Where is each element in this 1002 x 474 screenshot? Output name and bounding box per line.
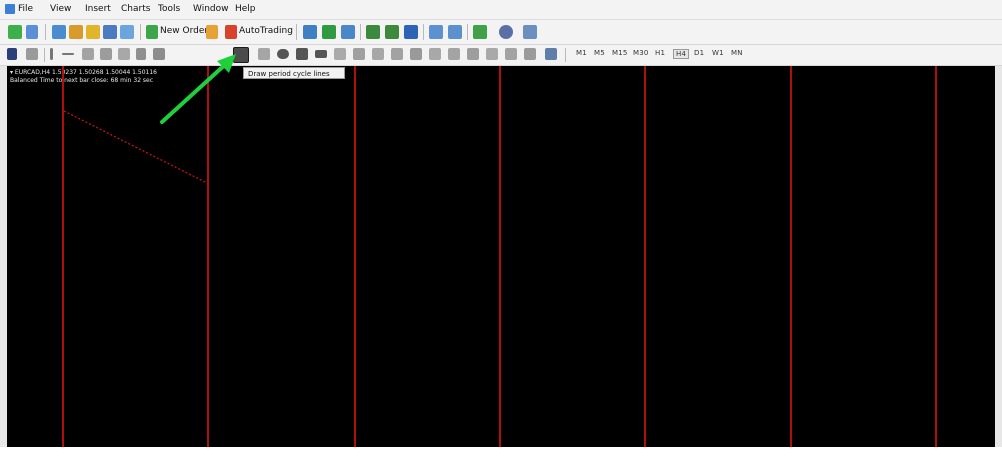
cursor-icon[interactable] [7,48,17,60]
timeframe-d1[interactable]: D1 [694,49,704,57]
toolbar-separator [44,48,45,62]
timeframe-h1[interactable]: H1 [655,49,665,57]
new-order-button[interactable]: New Order [160,26,208,36]
zoom-in-icon[interactable] [366,25,380,39]
toolbar-separator [45,24,46,40]
periodicity-icon[interactable] [499,25,513,39]
toolbar-separator [467,24,468,40]
timeframe-w1[interactable]: W1 [712,49,724,57]
menu-charts[interactable]: Charts [121,4,150,15]
toolbar-separator [565,48,566,62]
period-cycle-lines-icon[interactable] [233,47,249,63]
bar-chart-icon[interactable] [303,25,317,39]
autotrading-button[interactable]: AutoTrading [239,26,293,36]
fibo-fan-icon[interactable] [391,48,403,60]
timeframe-m15[interactable]: M15 [612,49,628,57]
fibonacci-icon[interactable] [118,48,130,60]
text-label-icon[interactable] [153,48,165,60]
line-studies-toolbar: M1 M5 M15 M30 H1 H4 D1 W1 MN [0,45,1002,66]
menu-tools[interactable]: Tools [158,4,180,15]
tile-windows-icon[interactable] [404,25,418,39]
standard-toolbar: New Order AutoTrading [0,20,1002,45]
text-icon[interactable] [136,48,146,60]
rectangle-icon[interactable] [315,50,327,58]
gann-line-icon[interactable] [334,48,346,60]
menu-file[interactable]: File [18,4,33,15]
timeframe-mn[interactable]: MN [731,49,743,57]
window-border-right [995,66,1002,447]
profiles-icon[interactable] [26,25,38,39]
chart-shift-icon[interactable] [429,25,443,39]
metaeditor-icon[interactable] [206,25,218,39]
terminal-icon[interactable] [103,25,117,39]
regression-channel-icon[interactable] [486,48,498,60]
timeframe-m5[interactable]: M5 [594,49,605,57]
arrows-icon[interactable] [545,48,557,60]
dashed-trendline[interactable] [63,110,208,184]
chart-canvas[interactable]: ▾ EURCAD,H4 1.50237 1.50268 1.50044 1.50… [7,66,995,447]
menu-bar: File View Insert Charts Tools Window Hel… [0,0,1002,20]
fibo-arcs-icon[interactable] [429,48,441,60]
trendline-icon[interactable] [82,48,94,60]
tooltip: Draw period cycle lines [243,67,345,79]
data-window-icon[interactable] [69,25,83,39]
image-size-watermark: 1208x534 24kb PNG [405,452,559,470]
toolbar-separator [296,24,297,40]
auto-scroll-icon[interactable] [448,25,462,39]
menu-window[interactable]: Window [193,4,229,15]
toolbar-separator [140,24,141,40]
candlestick-icon[interactable] [322,25,336,39]
toolbar-separator [423,24,424,40]
market-watch-icon[interactable] [52,25,66,39]
templates-icon[interactable] [523,25,537,39]
trading-terminal-window: File View Insert Charts Tools Window Hel… [0,0,1002,474]
timeframe-m1[interactable]: M1 [576,49,587,57]
indicators-icon[interactable] [473,25,487,39]
fibo-channel-icon[interactable] [467,48,479,60]
chart-drawing-layer [63,110,208,184]
pitchfork-icon[interactable] [258,48,270,60]
vertical-line-icon[interactable] [50,48,53,60]
app-icon [5,4,15,14]
strategy-tester-icon[interactable] [120,25,134,39]
line-chart-icon[interactable] [341,25,355,39]
new-chart-icon[interactable] [8,25,22,39]
timeframe-m30[interactable]: M30 [633,49,649,57]
menu-view[interactable]: View [50,4,71,15]
zoom-out-icon[interactable] [385,25,399,39]
new-order-icon [146,25,158,39]
timeframe-h4[interactable]: H4 [673,49,690,59]
crosshair-icon[interactable] [26,48,38,60]
andrews-pitchfork-icon[interactable] [505,48,517,60]
toolbar-separator [360,24,361,40]
horizontal-line-icon[interactable] [62,53,74,55]
fibo-expansion-icon[interactable] [448,48,460,60]
gann-fan-icon[interactable] [372,48,384,60]
menu-insert[interactable]: Insert [85,4,111,15]
triangle-icon[interactable] [296,48,308,60]
navigator-icon[interactable] [86,25,100,39]
channel-icon[interactable] [100,48,112,60]
window-border-left [0,66,7,447]
angle-icon[interactable] [524,48,536,60]
gann-grid-icon[interactable] [353,48,365,60]
ellipse-icon[interactable] [277,49,289,59]
menu-help[interactable]: Help [235,4,256,15]
autotrading-icon [225,25,237,39]
fibo-timezones-icon[interactable] [410,48,422,60]
